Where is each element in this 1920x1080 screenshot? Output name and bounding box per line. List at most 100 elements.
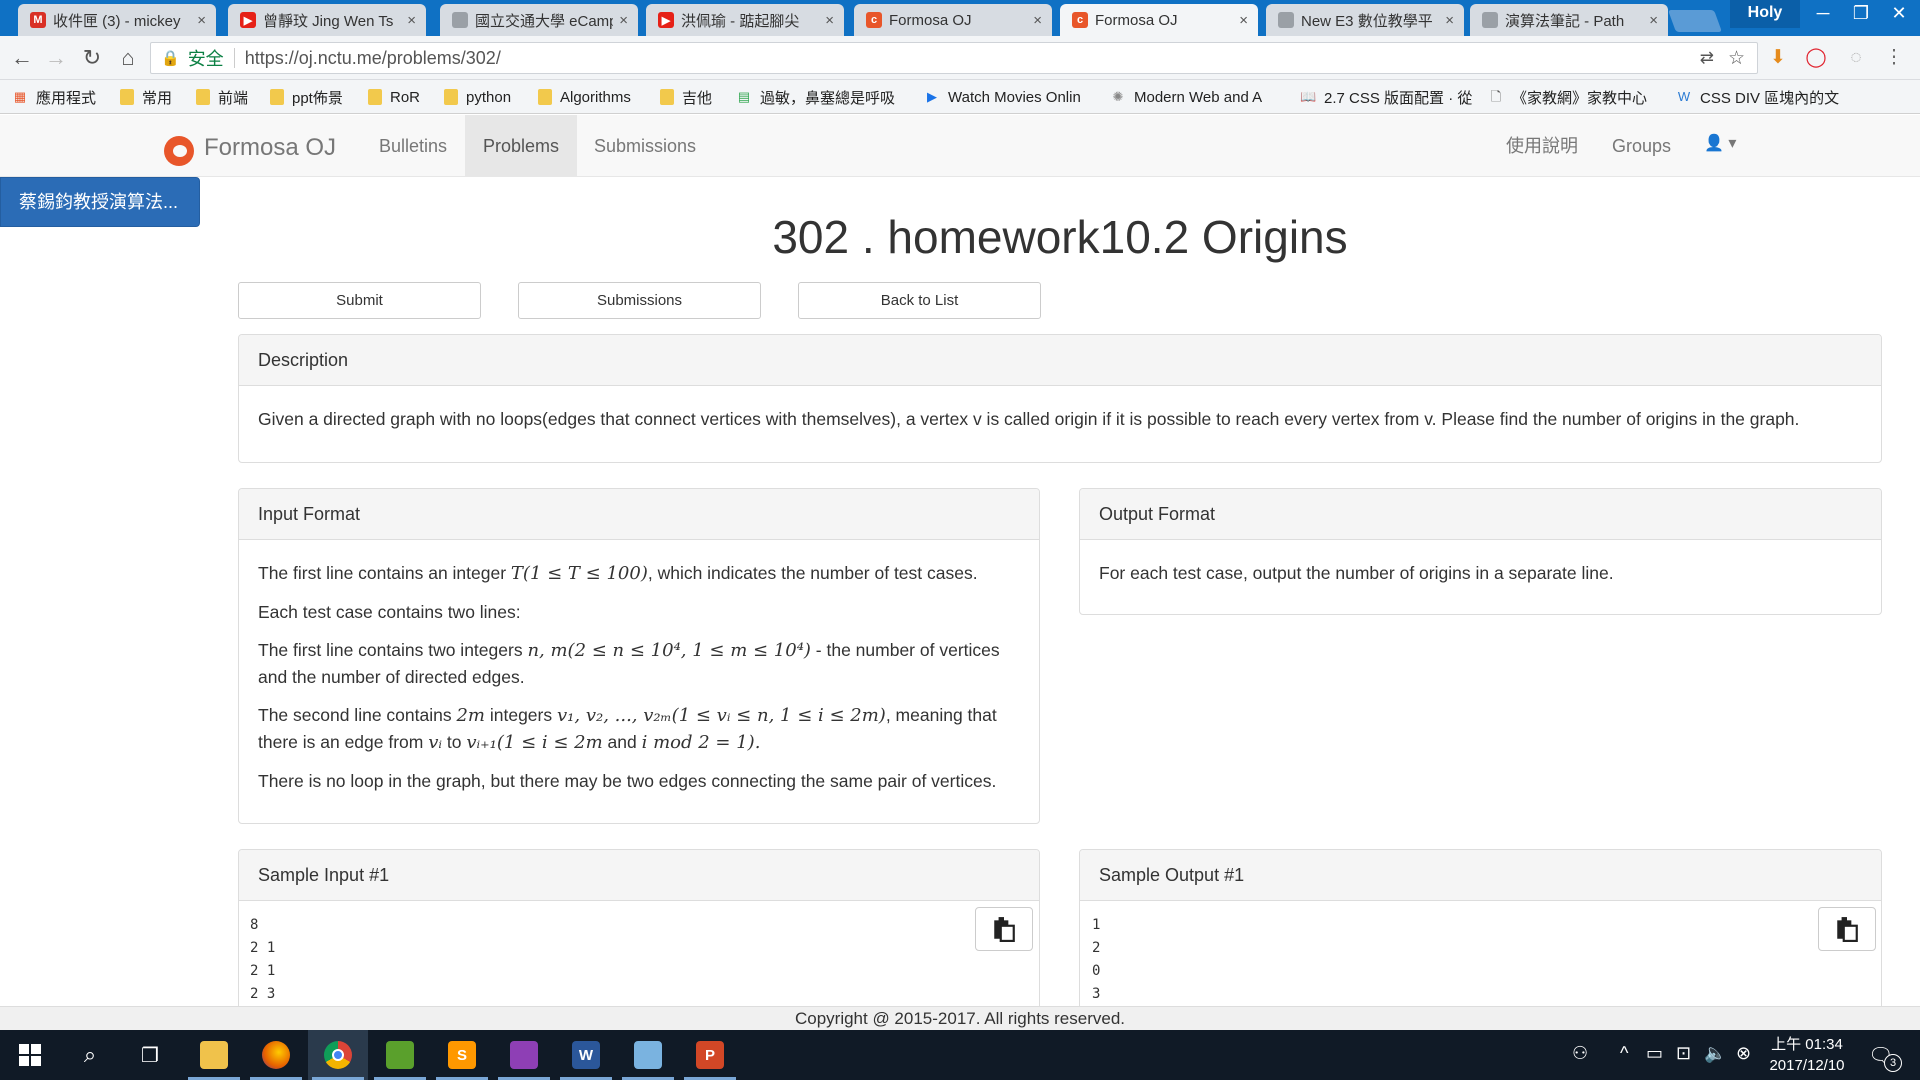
battery-icon[interactable]: ▭ — [1646, 1043, 1663, 1064]
bookmark-label: 吉他 — [682, 89, 713, 107]
address-bar[interactable]: 🔒 安全 https://oj.nctu.me/problems/302/ ⇄ … — [150, 42, 1758, 74]
windows-start-icon[interactable] — [0, 1030, 60, 1080]
opera-extension-icon[interactable]: ◯ — [1804, 46, 1828, 70]
browser-tab[interactable]: c Formosa OJ × — [1060, 4, 1258, 36]
youtube-icon: ▶ — [240, 12, 256, 28]
bookmark-item[interactable]: ▶ Watch Movies Onlin — [924, 86, 1081, 108]
input-format-line-5: There is no loop in the graph, but there… — [258, 771, 997, 791]
bookmark-item[interactable]: 前端 — [196, 86, 248, 108]
people-icon[interactable]: ⚇ — [1572, 1043, 1588, 1064]
show-hidden-icons-icon[interactable]: ^ — [1620, 1043, 1628, 1064]
close-tab-icon[interactable]: × — [1649, 12, 1658, 29]
close-tab-icon[interactable]: × — [1033, 12, 1042, 29]
browser-tab[interactable]: c Formosa OJ × — [854, 4, 1052, 36]
submit-button[interactable]: Submit — [238, 282, 481, 319]
powerpoint-icon[interactable]: P — [680, 1030, 740, 1080]
close-tab-icon[interactable]: × — [1239, 12, 1248, 29]
new-tab-button[interactable] — [1667, 10, 1723, 32]
bookmark-label: 應用程式 — [36, 89, 97, 107]
browser-tab[interactable]: ▶ 曾靜玟 Jing Wen Ts × — [228, 4, 426, 36]
sheet-icon: ▤ — [737, 89, 751, 104]
reload-icon[interactable]: ↻ — [78, 44, 106, 72]
close-tab-icon[interactable]: × — [619, 12, 628, 29]
brand-name[interactable]: Formosa OJ — [204, 134, 336, 162]
bookmark-label: python — [466, 88, 512, 106]
nav-help[interactable]: 使用說明 — [1488, 115, 1596, 177]
close-tab-icon[interactable]: × — [197, 12, 206, 29]
close-tab-icon[interactable]: × — [1445, 12, 1454, 29]
url-text[interactable]: https://oj.nctu.me/problems/302/ — [245, 48, 501, 69]
browser-tab[interactable]: New E3 數位教學平 × — [1266, 4, 1464, 36]
browser-tab[interactable]: M 收件匣 (3) - mickey × — [18, 4, 216, 36]
bookmark-label: 前端 — [218, 89, 249, 107]
browser-tab[interactable]: 演算法筆記 - Path × — [1470, 4, 1668, 36]
bookmark-item[interactable]: 常用 — [120, 86, 172, 108]
extension-icon[interactable]: ◌ — [1844, 46, 1868, 70]
bookmark-star-icon[interactable]: ☆ — [1728, 47, 1745, 70]
file-explorer-icon[interactable] — [184, 1030, 244, 1080]
forward-arrow-icon[interactable]: → — [42, 44, 70, 72]
bookmark-item[interactable]: ✺ Modern Web and A — [1110, 86, 1263, 108]
system-clock[interactable]: 上午 01:34 2017/12/10 — [1762, 1034, 1852, 1076]
bookmark-item[interactable]: python — [444, 86, 511, 108]
clipboard-icon — [994, 917, 1015, 942]
profile-button[interactable]: Holy — [1730, 0, 1800, 28]
browser-tab[interactable]: 國立交通大學 eCamp × — [440, 4, 638, 36]
download-icon[interactable]: ⬇ — [1766, 46, 1790, 70]
bookmark-item[interactable]: ppt佈景 — [270, 86, 343, 108]
bookmark-item[interactable]: Algorithms — [538, 86, 631, 108]
bookmark-item[interactable]: ▤ 過敏，鼻塞總是呼吸 — [736, 86, 895, 108]
tab-title: 收件匣 (3) - mickey — [53, 12, 181, 30]
formosa-oj-icon: c — [1072, 12, 1088, 28]
close-window-icon[interactable]: ✕ — [1880, 0, 1918, 28]
browser-tab[interactable]: ▶ 洪佩瑜 - 踮起腳尖 × — [646, 4, 844, 36]
close-tab-icon[interactable]: × — [825, 12, 834, 29]
restore-icon[interactable]: ❐ — [1842, 0, 1880, 28]
task-view-icon[interactable]: ❐ — [120, 1030, 180, 1080]
bookmark-item[interactable]: 吉他 — [660, 86, 712, 108]
translate-icon[interactable]: ⇄ — [1700, 48, 1714, 68]
paint-icon[interactable] — [618, 1030, 678, 1080]
search-icon[interactable]: ⌕ — [60, 1030, 120, 1080]
bookmark-item[interactable]: 🗋 《家教網》家教中心 — [1488, 86, 1647, 108]
sample-input-code[interactable]: 8 2 1 2 1 2 3 — [250, 914, 275, 1006]
chrome-icon[interactable] — [308, 1030, 368, 1080]
bookmark-item[interactable]: ▦ 應用程式 — [12, 86, 96, 108]
volume-icon[interactable]: 🔈 — [1704, 1043, 1726, 1064]
nav-submissions[interactable]: Submissions — [576, 115, 714, 177]
winrar-icon[interactable] — [494, 1030, 554, 1080]
bookmark-item[interactable]: RoR — [368, 86, 420, 108]
copy-sample-output-button[interactable] — [1818, 907, 1876, 951]
tab-title: 曾靜玟 Jing Wen Ts — [263, 12, 394, 30]
copy-sample-input-button[interactable] — [975, 907, 1033, 951]
submissions-button[interactable]: Submissions — [518, 282, 761, 319]
menu-dots-icon[interactable]: ⋮ — [1882, 46, 1906, 70]
minimize-icon[interactable]: ─ — [1804, 0, 1842, 28]
sample-output-code[interactable]: 1 2 0 3 — [1092, 914, 1100, 1006]
globe-icon: ✺ — [1112, 89, 1124, 104]
nav-problems[interactable]: Problems — [465, 115, 578, 177]
formosa-oj-logo-icon[interactable] — [164, 136, 194, 166]
firefox-icon[interactable] — [246, 1030, 306, 1080]
back-to-list-button[interactable]: Back to List — [798, 282, 1041, 319]
ime-icon[interactable]: ⊗ — [1736, 1043, 1751, 1064]
description-panel: Description Given a directed graph with … — [238, 334, 1882, 463]
bookmark-item[interactable]: 📖 2.7 CSS 版面配置 · 從 — [1300, 86, 1472, 108]
image-editor-icon[interactable] — [370, 1030, 430, 1080]
network-icon[interactable]: ⊡ — [1676, 1043, 1691, 1064]
course-group-button[interactable]: 蔡錫鈞教授演算法... — [0, 177, 200, 227]
page-title: 302 . homework10.2 Origins — [772, 211, 1348, 263]
word-icon[interactable]: W — [556, 1030, 616, 1080]
nav-bulletins[interactable]: Bulletins — [361, 115, 465, 177]
back-arrow-icon[interactable]: ← — [8, 44, 36, 72]
user-menu-icon[interactable]: 👤 ▾ — [1704, 133, 1736, 153]
folder-icon — [270, 89, 284, 105]
nav-groups[interactable]: Groups — [1594, 115, 1689, 177]
bookmark-item[interactable]: W CSS DIV 區塊內的文 — [1676, 86, 1839, 108]
bookmark-label: RoR — [390, 88, 421, 106]
document-icon — [1482, 12, 1498, 28]
home-icon[interactable]: ⌂ — [114, 44, 142, 72]
sublime-text-icon[interactable]: S — [432, 1030, 492, 1080]
close-tab-icon[interactable]: × — [407, 12, 416, 29]
folder-icon — [660, 89, 674, 105]
